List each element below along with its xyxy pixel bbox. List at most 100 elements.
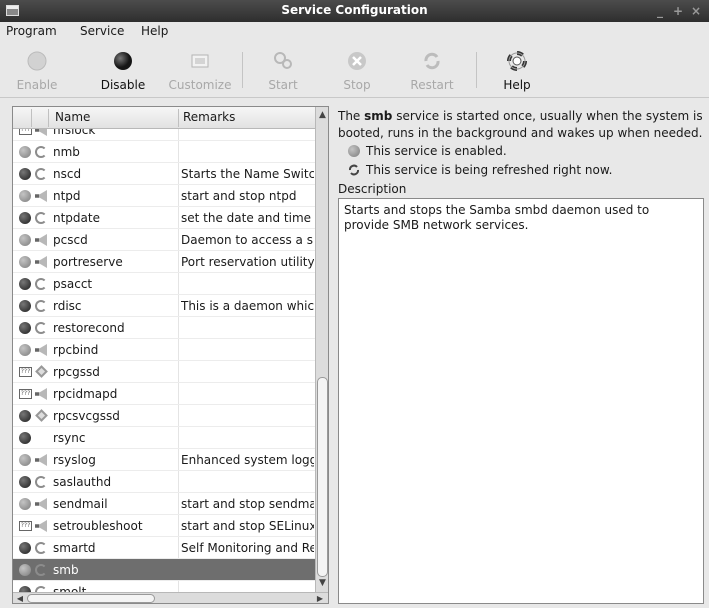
status-dot-icon bbox=[19, 564, 31, 576]
service-rows: ??? nfslock nmb nscd Starts the Name Switc nt… bbox=[13, 129, 315, 592]
unknown-status-icon: ??? bbox=[19, 129, 32, 135]
service-remark-cell: Enhanced system logg bbox=[181, 453, 314, 467]
table-row[interactable]: smb bbox=[13, 559, 315, 581]
status-dot-icon bbox=[19, 190, 31, 202]
window-titlebar[interactable]: Service Configuration _ + × bbox=[0, 0, 709, 22]
start-button[interactable]: Start bbox=[258, 42, 308, 98]
status-dot-icon bbox=[19, 322, 31, 334]
table-row[interactable]: restorecond bbox=[13, 317, 315, 339]
service-name-cell: smolt bbox=[53, 585, 87, 592]
table-row[interactable]: smartd Self Monitoring and Re bbox=[13, 537, 315, 559]
diamond-icon bbox=[35, 409, 48, 422]
menu-program[interactable]: Program bbox=[6, 24, 57, 38]
table-row[interactable]: ??? setroubleshoot start and stop SELinux bbox=[13, 515, 315, 537]
diamond-icon bbox=[35, 365, 48, 378]
status-dot-icon bbox=[19, 212, 31, 224]
enable-icon bbox=[27, 51, 47, 71]
table-row[interactable]: rpcbind bbox=[13, 339, 315, 361]
service-name-cell: rpcsvcgssd bbox=[53, 409, 120, 423]
customize-button[interactable]: Customize bbox=[164, 42, 236, 98]
table-row[interactable]: psacct bbox=[13, 273, 315, 295]
window-title: Service Configuration bbox=[281, 3, 428, 17]
toolbar: Enable Disable Customize Start Stop Rest… bbox=[0, 42, 709, 98]
running-icon bbox=[35, 212, 47, 224]
description-text: Starts and stops the Samba smbd daemon u… bbox=[338, 198, 704, 604]
speaker-icon bbox=[35, 520, 47, 532]
header-separator bbox=[48, 109, 49, 127]
service-name-cell: pcscd bbox=[53, 233, 88, 247]
table-row[interactable]: rdisc This is a daemon which bbox=[13, 295, 315, 317]
service-name-cell: saslauthd bbox=[53, 475, 112, 489]
stop-button[interactable]: Stop bbox=[332, 42, 382, 98]
list-header: Name Remarks bbox=[13, 107, 315, 129]
status-dot-icon bbox=[19, 168, 31, 180]
table-row[interactable]: ??? rpcgssd bbox=[13, 361, 315, 383]
stop-icon bbox=[348, 52, 366, 70]
running-icon bbox=[35, 542, 47, 554]
disable-button[interactable]: Disable bbox=[92, 42, 154, 98]
minimize-button[interactable]: _ bbox=[652, 3, 668, 19]
speaker-icon bbox=[35, 454, 47, 466]
table-row[interactable]: smolt bbox=[13, 581, 315, 592]
menu-help[interactable]: Help bbox=[141, 24, 168, 38]
table-row[interactable]: ntpd start and stop ntpd bbox=[13, 185, 315, 207]
speaker-icon bbox=[35, 190, 47, 202]
service-name-cell: rdisc bbox=[53, 299, 82, 313]
close-button[interactable]: × bbox=[688, 3, 704, 19]
table-row[interactable]: rpcsvcgssd bbox=[13, 405, 315, 427]
status-dot-icon bbox=[19, 542, 31, 554]
service-name-cell: rpcbind bbox=[53, 343, 99, 357]
service-remark-cell: set the date and time bbox=[181, 211, 312, 225]
scrollbar-thumb[interactable] bbox=[317, 377, 328, 577]
service-details: The smb service is started once, usually… bbox=[338, 108, 704, 196]
status-dot-icon bbox=[19, 410, 31, 422]
service-name-cell: rsync bbox=[53, 431, 86, 445]
table-row[interactable]: ??? rpcidmapd bbox=[13, 383, 315, 405]
toolbar-separator bbox=[476, 52, 477, 88]
service-name-cell: rsyslog bbox=[53, 453, 96, 467]
running-icon bbox=[35, 146, 47, 158]
description-label: Description bbox=[338, 182, 407, 196]
scroll-left-icon[interactable]: ◀ bbox=[14, 593, 26, 603]
scroll-up-icon[interactable]: ▲ bbox=[316, 109, 328, 122]
menu-service[interactable]: Service bbox=[80, 24, 124, 38]
speaker-icon bbox=[35, 344, 47, 356]
scroll-right-icon[interactable]: ▶ bbox=[314, 593, 326, 603]
table-row[interactable]: nscd Starts the Name Switc bbox=[13, 163, 315, 185]
scroll-down-icon[interactable]: ▼ bbox=[316, 577, 328, 590]
service-summary: The smb service is started once, usually… bbox=[338, 109, 703, 140]
hscrollbar-thumb[interactable] bbox=[27, 594, 155, 603]
column-name[interactable]: Name bbox=[55, 110, 90, 124]
speaker-icon bbox=[35, 129, 47, 136]
table-row[interactable]: pcscd Daemon to access a s bbox=[13, 229, 315, 251]
running-icon bbox=[35, 278, 47, 290]
enabled-status-icon bbox=[348, 145, 360, 157]
maximize-button[interactable]: + bbox=[670, 3, 686, 19]
service-name-cell: restorecond bbox=[53, 321, 125, 335]
header-separator bbox=[31, 109, 32, 127]
service-remark-cell: start and stop sendma bbox=[181, 497, 314, 511]
table-row[interactable]: saslauthd bbox=[13, 471, 315, 493]
table-row[interactable]: sendmail start and stop sendma bbox=[13, 493, 315, 515]
service-list[interactable]: Name Remarks ??? nfslock nmb nscd Starts the… bbox=[12, 106, 329, 604]
status-dot-icon bbox=[19, 454, 31, 466]
column-remarks[interactable]: Remarks bbox=[183, 110, 235, 124]
table-row[interactable]: ??? nfslock bbox=[13, 129, 315, 141]
vertical-scrollbar[interactable]: ▲ ▼ bbox=[315, 107, 328, 592]
table-row[interactable]: rsync bbox=[13, 427, 315, 449]
service-remark-cell: Daemon to access a s bbox=[181, 233, 313, 247]
enable-button[interactable]: Enable bbox=[10, 42, 64, 98]
restart-button[interactable]: Restart bbox=[404, 42, 460, 98]
service-name-cell: portreserve bbox=[53, 255, 123, 269]
status-dot-icon bbox=[19, 234, 31, 246]
table-row[interactable]: rsyslog Enhanced system logg bbox=[13, 449, 315, 471]
table-row[interactable]: portreserve Port reservation utility bbox=[13, 251, 315, 273]
table-row[interactable]: nmb bbox=[13, 141, 315, 163]
status-dot-icon bbox=[19, 432, 31, 444]
horizontal-scrollbar[interactable]: ◀ ▶ bbox=[13, 592, 328, 603]
service-name-cell: smb bbox=[53, 563, 79, 577]
table-row[interactable]: ntpdate set the date and time bbox=[13, 207, 315, 229]
refresh-icon bbox=[349, 164, 359, 176]
disable-icon bbox=[114, 52, 132, 70]
help-button[interactable]: Help bbox=[494, 42, 540, 98]
